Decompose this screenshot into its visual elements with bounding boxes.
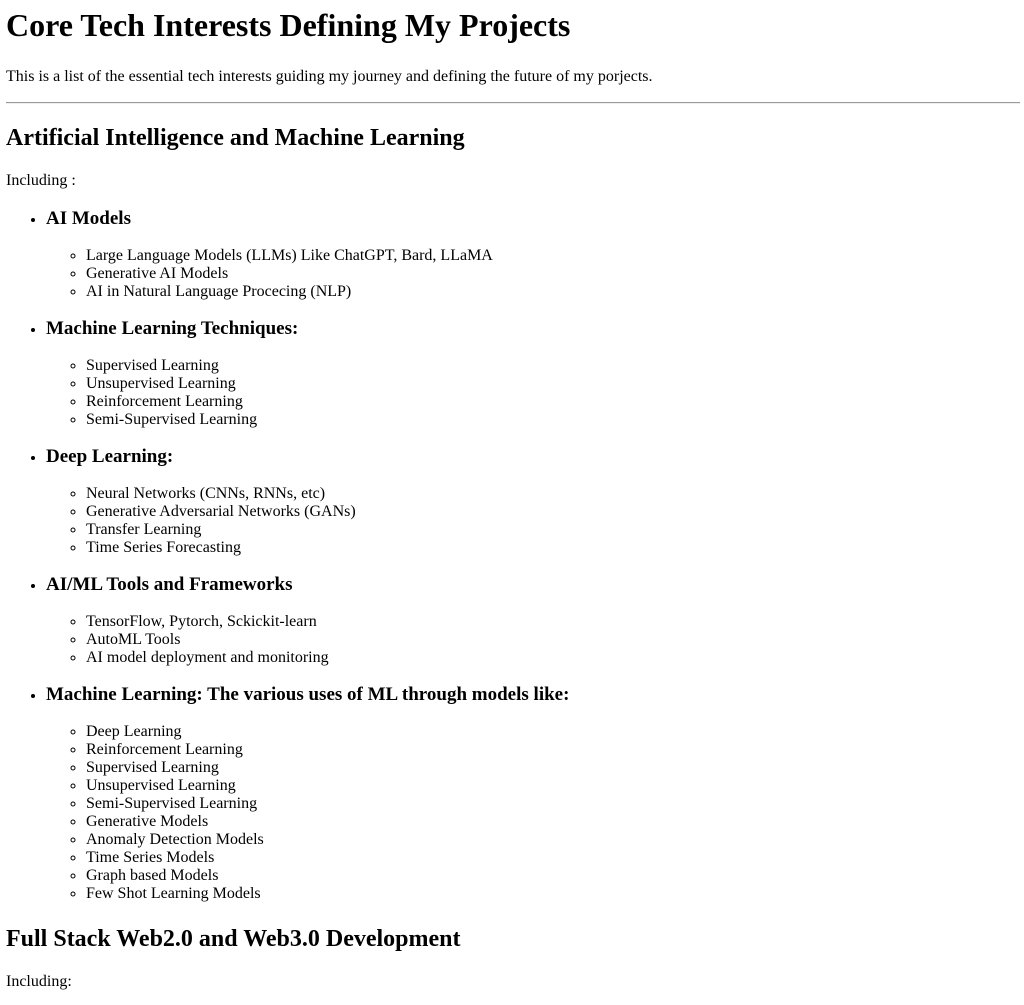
list-item: Semi-Supervised Learning: [86, 411, 1020, 429]
page-title: Core Tech Interests Defining My Projects: [6, 7, 571, 43]
list-item: Anomaly Detection Models: [86, 831, 1020, 849]
list-item: Generative Models: [86, 813, 1020, 831]
list-item: Deep Learning: [86, 723, 1020, 741]
intro-paragraph: This is a list of the essential tech int…: [6, 68, 653, 85]
sub-list: Supervised Learning Unsupervised Learnin…: [46, 357, 1020, 429]
topic-deep-learning: Deep Learning: Neural Networks (CNNs, RN…: [46, 446, 1020, 557]
topic-heading: AI Models: [46, 208, 131, 229]
list-item: AI in Natural Language Procecing (NLP): [86, 283, 1020, 301]
document-page: Core Tech Interests Defining My Projects…: [0, 6, 1024, 991]
list-item: Supervised Learning: [86, 759, 1020, 777]
topic-ml-techniques: Machine Learning Techniques: Supervised …: [46, 318, 1020, 429]
topic-heading: Machine Learning: The various uses of ML…: [46, 684, 570, 705]
list-item: Graph based Models: [86, 867, 1020, 885]
list-item: Large Language Models (LLMs) Like ChatGP…: [86, 247, 1020, 265]
sub-list: Large Language Models (LLMs) Like ChatGP…: [46, 247, 1020, 301]
topic-ml-uses: Machine Learning: The various uses of ML…: [46, 684, 1020, 903]
list-item: AI model deployment and monitoring: [86, 649, 1020, 667]
list-item: Time Series Forecasting: [86, 539, 1020, 557]
list-item: Few Shot Learning Models: [86, 885, 1020, 903]
including-label: Including:: [6, 973, 72, 990]
list-item: Generative AI Models: [86, 265, 1020, 283]
section-heading: Full Stack Web2.0 and Web3.0 Development: [6, 926, 461, 952]
section-heading: Artificial Intelligence and Machine Lear…: [6, 125, 465, 151]
list-item: Unsupervised Learning: [86, 777, 1020, 795]
topic-heading: Machine Learning Techniques:: [46, 318, 299, 339]
topic-ai-ml-tools: AI/ML Tools and Frameworks TensorFlow, P…: [46, 574, 1020, 667]
including-label: Including :: [6, 172, 76, 189]
topic-list: AI Models Large Language Models (LLMs) L…: [6, 208, 1020, 903]
sub-list: Neural Networks (CNNs, RNNs, etc) Genera…: [46, 485, 1020, 557]
list-item: Time Series Models: [86, 849, 1020, 867]
list-item: Reinforcement Learning: [86, 741, 1020, 759]
list-item: Supervised Learning: [86, 357, 1020, 375]
section-web-dev: Full Stack Web2.0 and Web3.0 Development…: [6, 925, 1020, 991]
list-item: Semi-Supervised Learning: [86, 795, 1020, 813]
list-item: Transfer Learning: [86, 521, 1020, 539]
topic-heading: Deep Learning:: [46, 446, 174, 467]
list-item: AutoML Tools: [86, 631, 1020, 649]
list-item: TensorFlow, Pytorch, Sckickit-learn: [86, 613, 1020, 631]
list-item: Neural Networks (CNNs, RNNs, etc): [86, 485, 1020, 503]
list-item: Unsupervised Learning: [86, 375, 1020, 393]
topic-heading: AI/ML Tools and Frameworks: [46, 574, 293, 595]
topic-ai-models: AI Models Large Language Models (LLMs) L…: [46, 208, 1020, 301]
list-item: Reinforcement Learning: [86, 393, 1020, 411]
list-item: Generative Adversarial Networks (GANs): [86, 503, 1020, 521]
section-ai-ml: Artificial Intelligence and Machine Lear…: [6, 124, 1020, 903]
sub-list: TensorFlow, Pytorch, Sckickit-learn Auto…: [46, 613, 1020, 667]
sub-list: Deep Learning Reinforcement Learning Sup…: [46, 723, 1020, 903]
horizontal-divider: [6, 102, 1020, 104]
